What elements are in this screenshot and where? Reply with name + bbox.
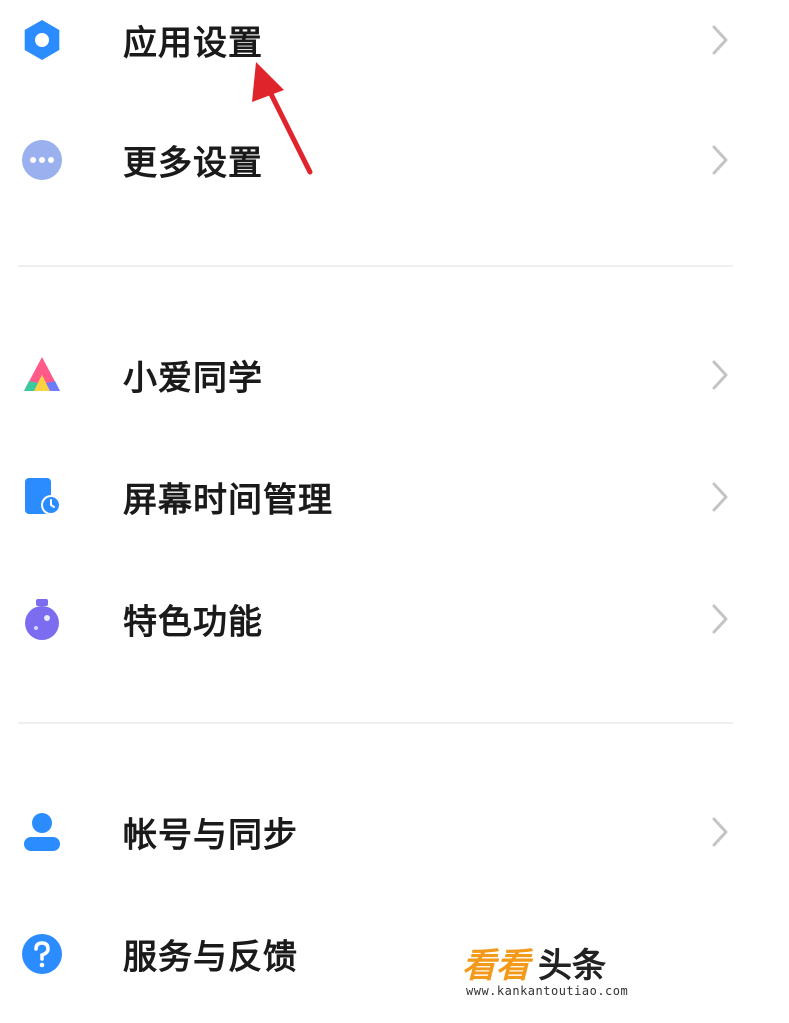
screen-time-icon [20,475,64,519]
watermark-brand-main: 头条 [538,946,606,986]
chevron-right-icon [708,143,732,177]
watermark-brand: 看看 头条 [462,946,606,986]
settings-item-label: 小爱同学 [123,358,263,399]
flask-icon [20,597,64,641]
settings-item-special-features[interactable]: 特色功能 [0,564,789,674]
settings-item-label: 特色功能 [123,602,263,643]
more-dots-icon [20,138,64,182]
help-icon [20,932,64,976]
red-arrow-icon [240,60,330,185]
settings-item-label: 帐号与同步 [123,815,298,856]
settings-item-label: 服务与反馈 [123,937,298,978]
xiaoai-icon [20,353,64,397]
settings-item-app-settings[interactable]: 应用设置 [0,0,789,95]
chevron-right-icon [708,602,732,636]
user-icon [20,810,64,854]
settings-item-account-sync[interactable]: 帐号与同步 [0,777,789,887]
section-divider [18,722,733,724]
watermark-logo: 看看 头条 www.kankantoutiao.com [462,946,672,1006]
chevron-right-icon [708,480,732,514]
chevron-right-icon [708,358,732,392]
settings-item-label: 应用设置 [123,23,263,64]
watermark-url: www.kankantoutiao.com [466,984,629,998]
settings-item-label: 屏幕时间管理 [123,480,333,521]
chevron-right-icon [708,23,732,57]
settings-item-more-settings[interactable]: 更多设置 [0,105,789,215]
chevron-right-icon [708,815,732,849]
settings-item-screen-time[interactable]: 屏幕时间管理 [0,442,789,552]
gear-icon [20,18,64,62]
section-divider [18,265,733,267]
watermark-brand-accent: 看看 [462,946,530,986]
settings-item-xiaoai[interactable]: 小爱同学 [0,320,789,430]
